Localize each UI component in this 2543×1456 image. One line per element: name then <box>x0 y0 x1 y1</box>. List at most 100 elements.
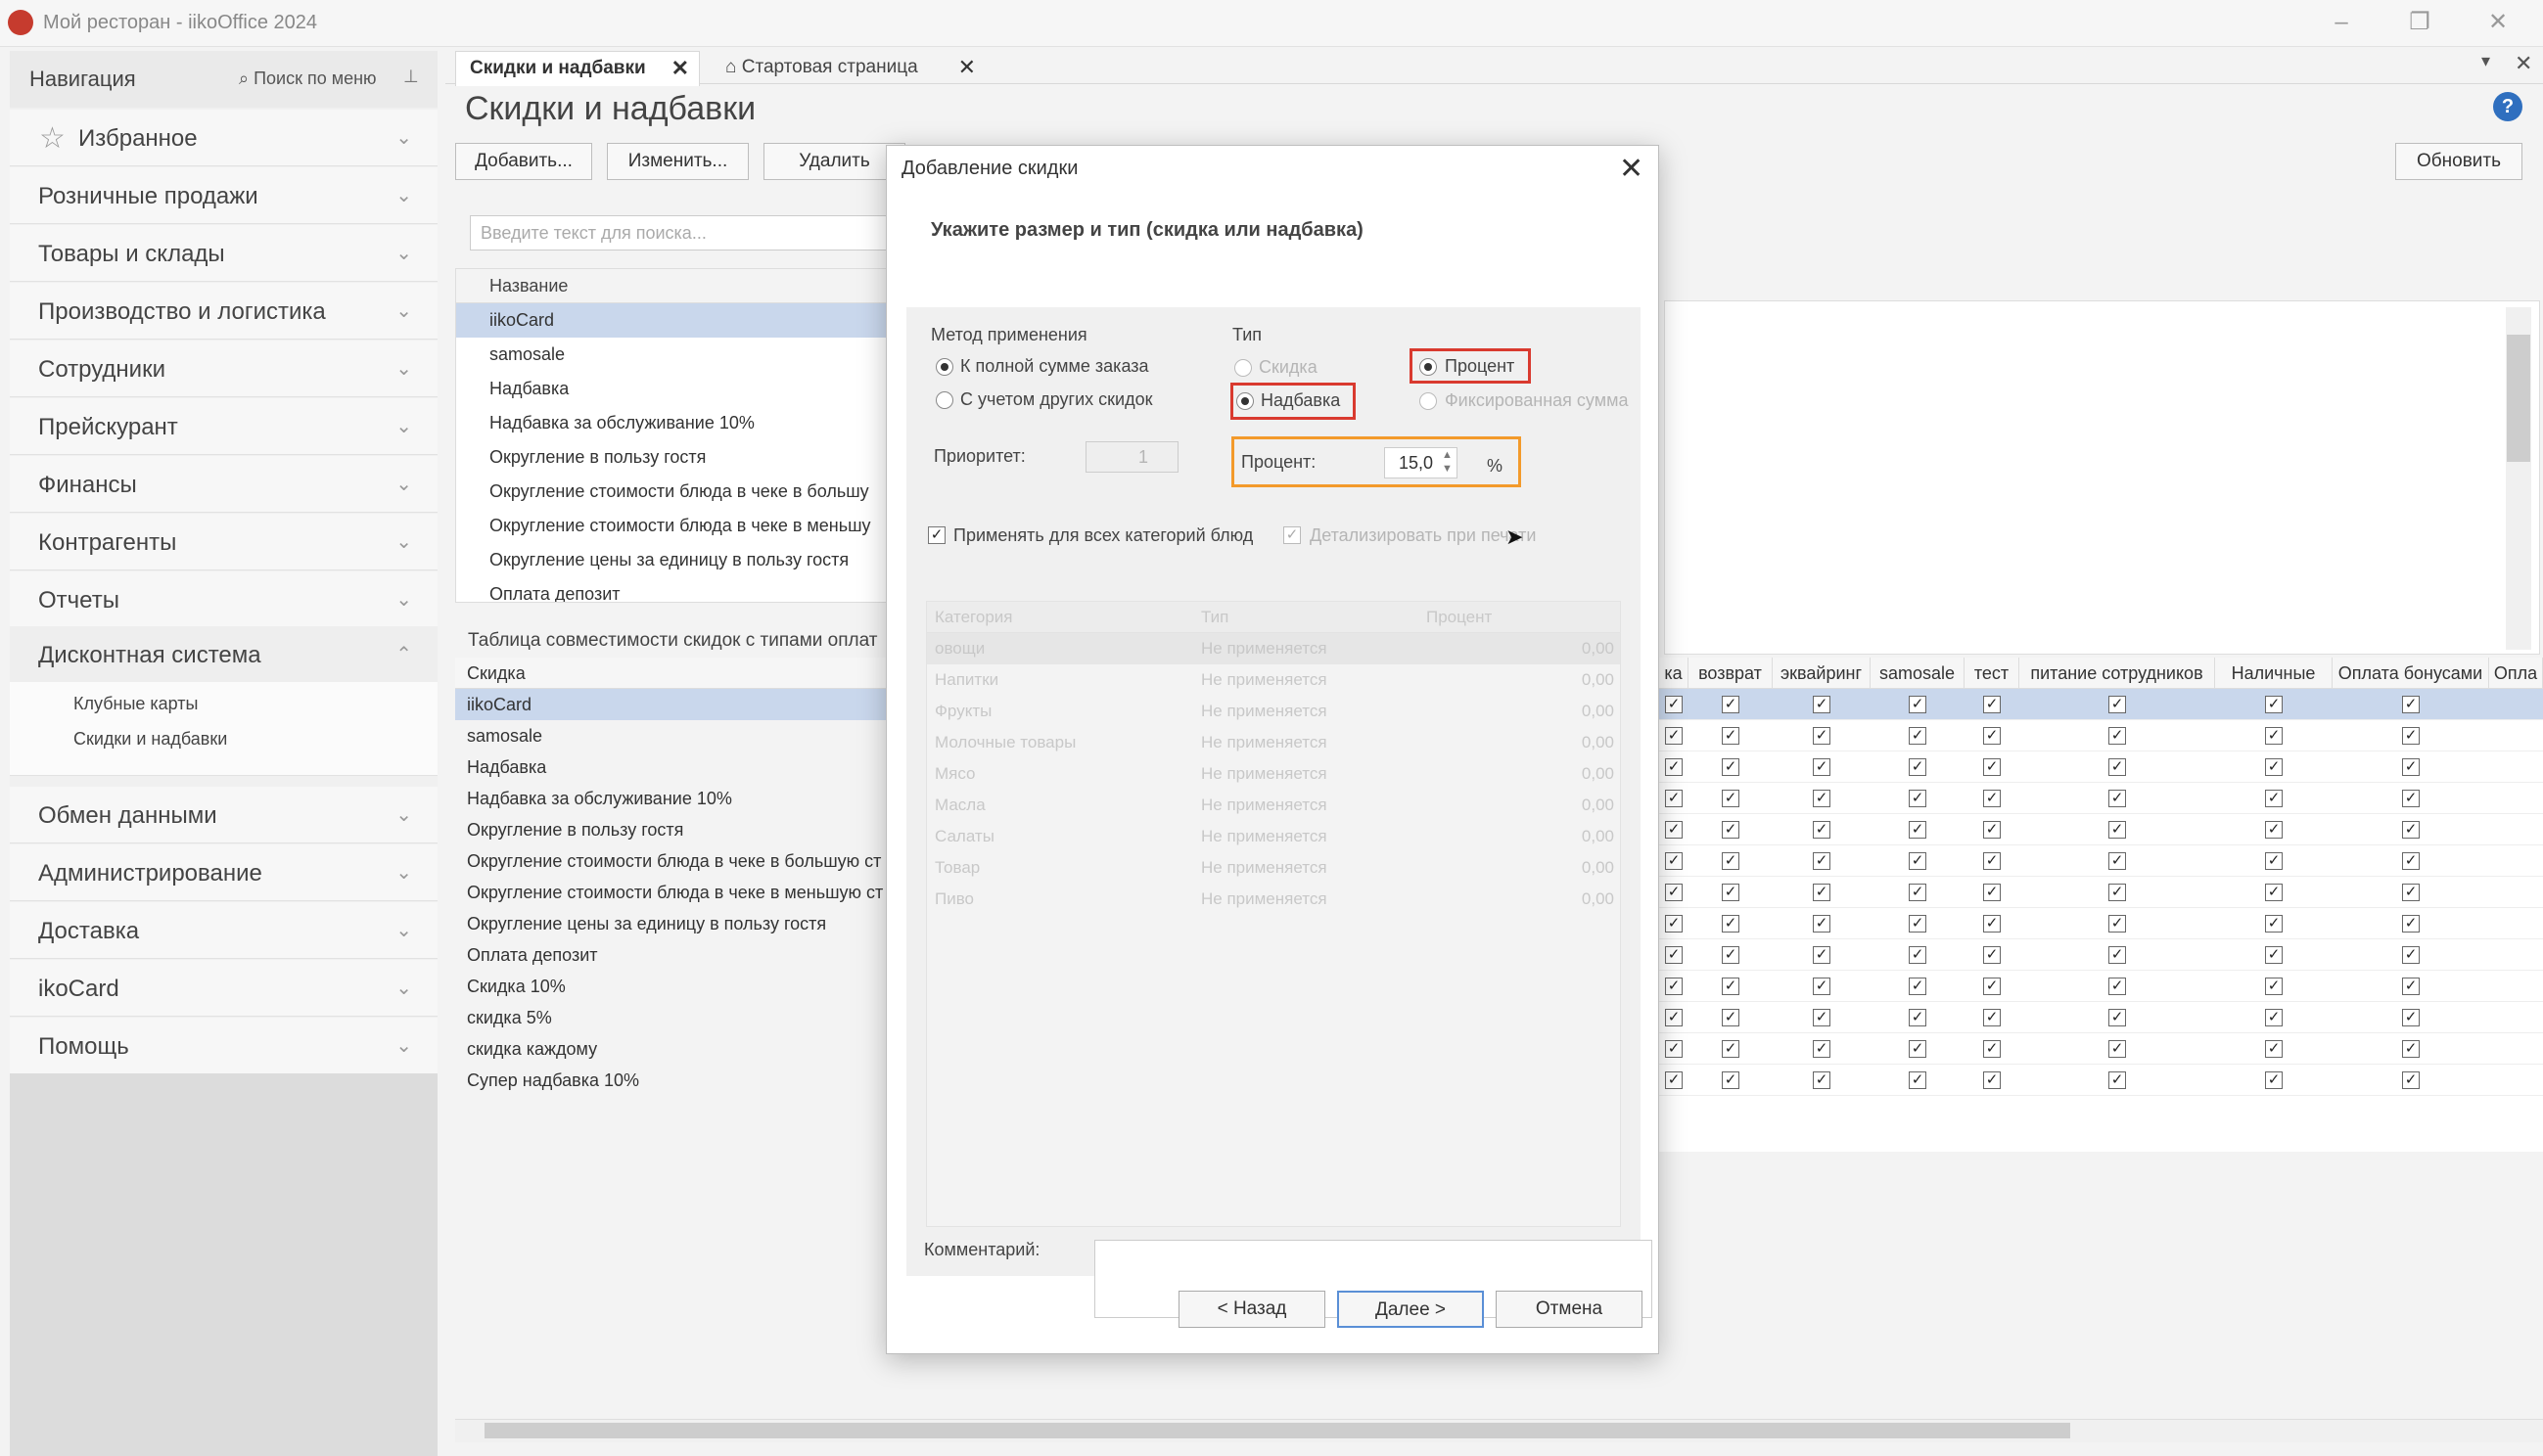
column-header[interactable]: Оплата бонусами <box>2333 658 2489 689</box>
table-row[interactable]: Скидка 10% <box>455 971 896 1002</box>
payment-compat-checkbox[interactable]: ✓ <box>1813 1071 1830 1089</box>
payment-compat-checkbox[interactable]: ✓ <box>1665 884 1683 901</box>
table-row[interactable]: Супер надбавка 10% <box>455 1065 896 1096</box>
payment-compat-checkbox[interactable]: ✓ <box>1813 727 1830 745</box>
table-row[interactable]: Оплата депозит <box>455 939 896 971</box>
help-icon[interactable]: ? <box>2493 92 2522 121</box>
payment-compat-checkbox[interactable]: ✓ <box>1813 790 1830 807</box>
payment-compat-checkbox[interactable]: ✓ <box>1722 1040 1739 1058</box>
payment-compat-checkbox[interactable]: ✓ <box>2108 727 2126 745</box>
payment-compat-checkbox[interactable]: ✓ <box>1813 978 1830 995</box>
grid-row[interactable]: Напитки Не применяется 0,00 <box>927 664 1620 696</box>
payment-compat-checkbox[interactable]: ✓ <box>1813 821 1830 839</box>
payment-compat-checkbox[interactable]: ✓ <box>1722 758 1739 776</box>
table-row[interactable]: скидка каждому <box>455 1033 896 1065</box>
payment-compat-checkbox[interactable]: ✓ <box>2402 978 2420 995</box>
payment-compat-checkbox[interactable]: ✓ <box>1665 1009 1683 1026</box>
nav-item-discount-system[interactable]: Дисконтная система ⌃ <box>10 626 438 683</box>
close-all-tabs-icon[interactable]: ✕ <box>2515 51 2532 76</box>
list-item[interactable]: Надбавка <box>456 372 909 406</box>
method-full-radio[interactable] <box>936 358 953 376</box>
nav-item[interactable]: Отчеты ⌄ <box>10 571 438 628</box>
payment-compat-checkbox[interactable]: ✓ <box>1983 915 2001 933</box>
payment-compat-checkbox[interactable]: ✓ <box>1665 946 1683 964</box>
table-header[interactable]: Скидка <box>455 658 896 689</box>
close-icon[interactable]: ✕ <box>1619 152 1643 186</box>
cancel-button[interactable]: Отмена <box>1496 1291 1642 1328</box>
edit-button[interactable]: Изменить... <box>607 143 749 180</box>
payment-compat-checkbox[interactable]: ✓ <box>1722 884 1739 901</box>
payment-compat-checkbox[interactable]: ✓ <box>1813 884 1830 901</box>
detail-print-checkbox[interactable]: ✓ <box>1283 526 1301 544</box>
payment-compat-checkbox[interactable]: ✓ <box>1813 1009 1830 1026</box>
payment-compat-checkbox[interactable]: ✓ <box>1983 1071 2001 1089</box>
tab-discounts[interactable]: Скидки и надбавки ✕ <box>455 51 700 86</box>
grid-row[interactable]: Товар Не применяется 0,00 <box>927 852 1620 884</box>
payment-compat-checkbox[interactable]: ✓ <box>1722 978 1739 995</box>
payment-compat-checkbox[interactable]: ✓ <box>2402 915 2420 933</box>
payment-compat-checkbox[interactable]: ✓ <box>1983 1040 2001 1058</box>
payment-compat-checkbox[interactable]: ✓ <box>1983 790 2001 807</box>
type-discount-radio[interactable] <box>1234 359 1252 377</box>
table-row[interactable]: Округление в пользу гостя <box>455 814 896 845</box>
scrollbar-thumb[interactable] <box>485 1423 2070 1438</box>
column-header[interactable]: samosale <box>1871 658 1965 689</box>
payment-compat-checkbox[interactable]: ✓ <box>1665 727 1683 745</box>
table-row[interactable]: Округление стоимости блюда в чеке в боль… <box>455 845 896 877</box>
payment-compat-checkbox[interactable]: ✓ <box>2402 696 2420 713</box>
payment-compat-checkbox[interactable]: ✓ <box>2402 727 2420 745</box>
payment-compat-checkbox[interactable]: ✓ <box>1665 978 1683 995</box>
payment-compat-checkbox[interactable]: ✓ <box>1665 915 1683 933</box>
payment-compat-checkbox[interactable]: ✓ <box>1665 852 1683 870</box>
payment-compat-checkbox[interactable]: ✓ <box>1983 696 2001 713</box>
list-item[interactable]: iikoCard <box>456 303 909 338</box>
pin-icon[interactable]: ⊥ <box>403 67 419 87</box>
column-header[interactable]: эквайринг <box>1773 658 1871 689</box>
payment-compat-checkbox[interactable]: ✓ <box>1909 1071 1926 1089</box>
payment-compat-checkbox[interactable]: ✓ <box>2402 1071 2420 1089</box>
payment-compat-checkbox[interactable]: ✓ <box>1983 1009 2001 1026</box>
type-markup-radio[interactable] <box>1236 392 1254 410</box>
payment-compat-checkbox[interactable]: ✓ <box>2402 852 2420 870</box>
grid-row[interactable]: Фрукты Не применяется 0,00 <box>927 696 1620 727</box>
payment-compat-checkbox[interactable]: ✓ <box>2108 978 2126 995</box>
payment-compat-checkbox[interactable]: ✓ <box>2108 884 2126 901</box>
payment-compat-checkbox[interactable]: ✓ <box>2108 1009 2126 1026</box>
next-button[interactable]: Далее > <box>1337 1291 1484 1328</box>
payment-compat-checkbox[interactable]: ✓ <box>1909 1009 1926 1026</box>
tab-list-menu-icon[interactable]: ▾ <box>2481 51 2490 71</box>
payment-compat-checkbox[interactable]: ✓ <box>2265 915 2283 933</box>
payment-compat-checkbox[interactable]: ✓ <box>2108 1040 2126 1058</box>
payment-compat-checkbox[interactable]: ✓ <box>2108 758 2126 776</box>
payment-compat-checkbox[interactable]: ✓ <box>1665 1040 1683 1058</box>
delete-button[interactable]: Удалить <box>763 143 905 180</box>
grid-row[interactable]: Масла Не применяется 0,00 <box>927 790 1620 821</box>
payment-compat-checkbox[interactable]: ✓ <box>2265 1040 2283 1058</box>
payment-compat-checkbox[interactable]: ✓ <box>2402 758 2420 776</box>
payment-compat-checkbox[interactable]: ✓ <box>1722 727 1739 745</box>
payment-compat-checkbox[interactable]: ✓ <box>2108 946 2126 964</box>
close-icon[interactable]: ✕ <box>958 51 976 84</box>
nav-item[interactable]: Помощь ⌄ <box>10 1018 438 1074</box>
payment-compat-checkbox[interactable]: ✓ <box>2108 915 2126 933</box>
payment-compat-checkbox[interactable]: ✓ <box>1909 884 1926 901</box>
list-item[interactable]: Оплата депозит <box>456 577 909 602</box>
table-row[interactable]: iikoCard <box>455 689 896 720</box>
close-icon[interactable]: ✕ <box>671 52 689 85</box>
spin-up-icon[interactable]: ▲ <box>1442 450 1453 461</box>
type-fixed-radio[interactable] <box>1419 392 1437 410</box>
column-header[interactable]: ка <box>1659 658 1688 689</box>
payment-compat-checkbox[interactable]: ✓ <box>2402 946 2420 964</box>
payment-compat-checkbox[interactable]: ✓ <box>2265 1009 2283 1026</box>
list-item[interactable]: Округление стоимости блюда в чеке в боль… <box>456 475 909 509</box>
table-row[interactable]: скидка 5% <box>455 1002 896 1033</box>
tab-start-page[interactable]: ⌂ Стартовая страница ✕ <box>712 51 986 86</box>
nav-item[interactable]: ikoCard ⌄ <box>10 960 438 1017</box>
nav-item[interactable]: Товары и склады ⌄ <box>10 225 438 282</box>
payment-compat-checkbox[interactable]: ✓ <box>1813 915 1830 933</box>
payment-compat-checkbox[interactable]: ✓ <box>2265 852 2283 870</box>
payment-compat-checkbox[interactable]: ✓ <box>1813 946 1830 964</box>
payment-compat-checkbox[interactable]: ✓ <box>1722 696 1739 713</box>
payment-compat-checkbox[interactable]: ✓ <box>1665 790 1683 807</box>
payment-compat-checkbox[interactable]: ✓ <box>1909 1040 1926 1058</box>
